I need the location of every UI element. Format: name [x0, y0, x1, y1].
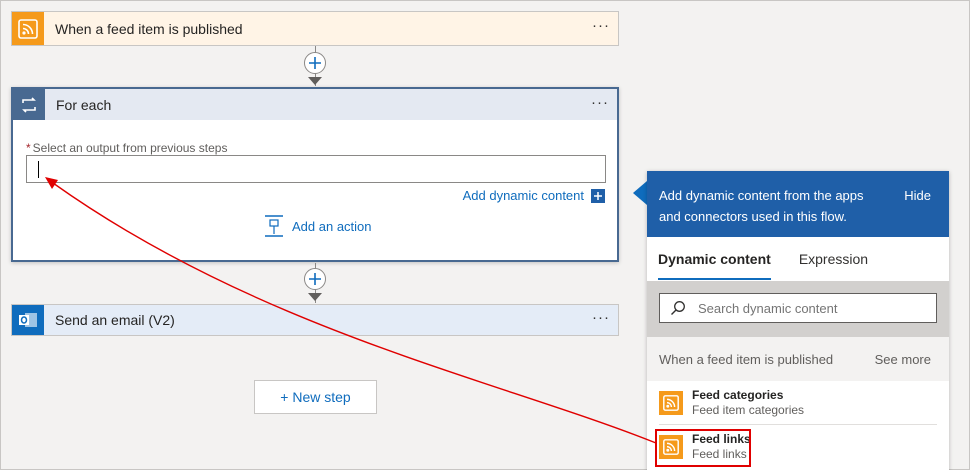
insert-step-button[interactable] — [304, 52, 326, 74]
send-email-more-options-button[interactable]: ··· — [592, 310, 610, 325]
insert-step-button[interactable] — [304, 268, 326, 290]
dynamic-content-panel-header: Add dynamic content from the apps and co… — [647, 171, 949, 237]
foreach-step-header[interactable]: For each ··· — [13, 89, 617, 120]
rss-icon — [659, 391, 683, 415]
search-dynamic-content-input[interactable] — [698, 300, 918, 316]
trigger-step-header[interactable]: When a feed item is published ··· — [12, 12, 618, 45]
section-header: When a feed item is published See more — [647, 337, 949, 381]
dynamic-content-item[interactable]: Feed categories Feed item categories — [647, 381, 949, 425]
plus-icon — [309, 57, 321, 69]
item-subtitle: Feed item categories — [692, 403, 805, 417]
foreach-step-card[interactable]: For each ··· * Select an output from prev… — [11, 87, 619, 262]
send-email-step-header[interactable]: Send an email (V2) ··· — [12, 305, 618, 335]
foreach-step-title: For each — [56, 96, 112, 113]
item-text: Feed categories Feed item categories — [692, 388, 804, 418]
loop-icon — [13, 89, 45, 120]
dynamic-content-panel: Add dynamic content from the apps and co… — [647, 171, 949, 470]
add-an-action-label: Add an action — [292, 218, 372, 234]
add-dynamic-content-link[interactable]: Add dynamic content — [463, 188, 605, 203]
annotation-highlight-box — [655, 429, 751, 467]
dynamic-content-item-feed-links[interactable]: Feed links Feed links — [647, 425, 949, 469]
field-label-text: Select an output from previous steps — [32, 141, 228, 155]
send-email-step-card[interactable]: Send an email (V2) ··· — [11, 304, 619, 336]
hide-panel-button[interactable]: Hide — [904, 185, 931, 206]
add-an-action-button[interactable]: Add an action — [264, 215, 372, 237]
trigger-more-options-button[interactable]: ··· — [592, 18, 610, 33]
tab-expression[interactable]: Expression — [799, 237, 868, 281]
plus-box-icon — [591, 188, 605, 203]
section-title: When a feed item is published — [659, 351, 834, 367]
item-title: Feed categories — [692, 388, 784, 402]
add-dynamic-content-label: Add dynamic content — [462, 188, 584, 203]
required-marker: * — [26, 141, 31, 155]
panel-tabs: Dynamic content Expression — [647, 237, 949, 281]
trigger-step-title: When a feed item is published — [55, 20, 243, 37]
search-area — [647, 281, 949, 337]
foreach-field-label: * Select an output from previous steps — [26, 141, 227, 155]
search-box[interactable] — [659, 293, 937, 323]
arrow-down-icon — [308, 293, 322, 301]
outlook-icon — [12, 305, 44, 335]
rss-icon — [12, 12, 44, 45]
tab-dynamic-content[interactable]: Dynamic content — [658, 237, 771, 281]
foreach-more-options-button[interactable]: ··· — [591, 95, 609, 110]
text-caret — [38, 161, 39, 178]
add-action-icon — [264, 215, 284, 237]
select-output-input[interactable] — [26, 155, 606, 183]
new-step-button[interactable]: + New step — [254, 380, 377, 414]
send-email-step-title: Send an email (V2) — [55, 312, 175, 328]
trigger-step-card[interactable]: When a feed item is published ··· — [11, 11, 619, 46]
see-more-link[interactable]: See more — [875, 352, 931, 367]
plus-icon — [309, 273, 321, 285]
arrow-down-icon — [308, 77, 322, 85]
panel-description: Add dynamic content from the apps and co… — [659, 188, 864, 224]
panel-pointer — [633, 181, 647, 205]
search-icon — [671, 301, 685, 315]
